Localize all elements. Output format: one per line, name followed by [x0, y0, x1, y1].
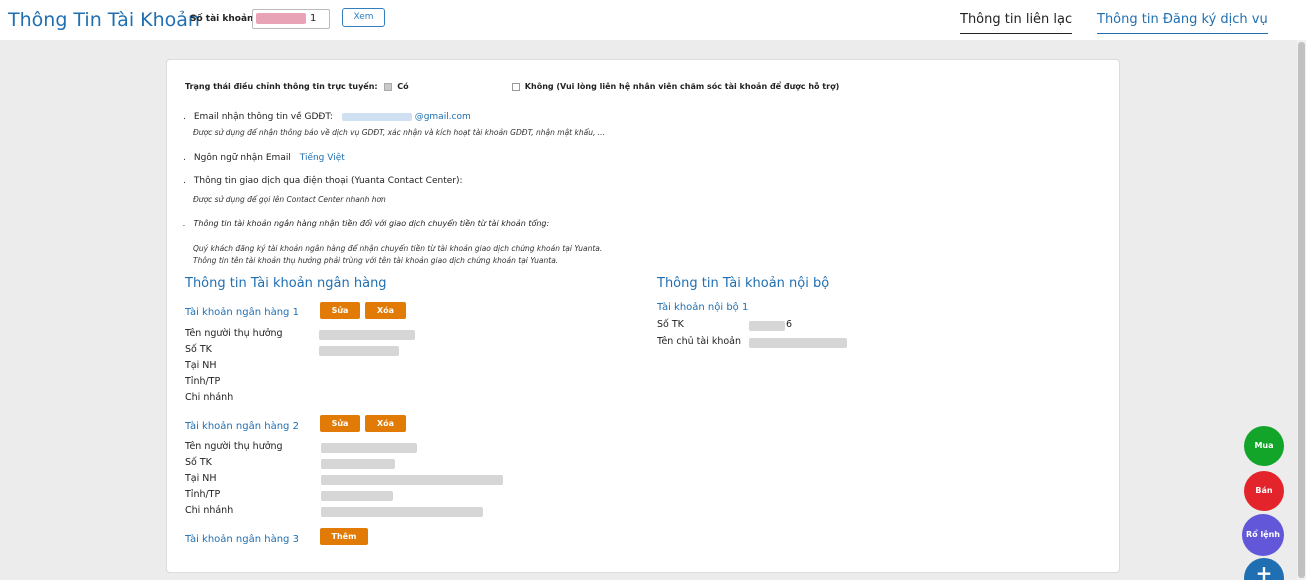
buy-button[interactable]: Mua	[1244, 426, 1284, 466]
bank-info-row: . Thông tin tài khoản ngân hàng nhận tiề…	[183, 219, 549, 228]
view-button[interactable]: Xem	[342, 8, 385, 27]
order-basket-button[interactable]: Rổ lệnh	[1242, 514, 1284, 556]
internal-account-number-value: 6	[786, 319, 793, 330]
yes-label: Có	[397, 82, 409, 91]
account-number-label: Số TK	[185, 457, 212, 468]
service-registration-card: Trạng thái điều chỉnh thông tin trực tuy…	[166, 59, 1120, 573]
account-number-value	[319, 346, 399, 356]
language-value: Tiếng Việt	[299, 153, 345, 163]
bank-label: Tại NH	[185, 473, 217, 484]
branch-label: Chi nhánh	[185, 505, 234, 516]
bank-value	[321, 475, 503, 485]
bank-account-3-title: Tài khoản ngân hàng 3	[185, 534, 299, 545]
bank-info-note-2: Thông tin tên tài khoản thụ hưởng phải t…	[193, 256, 559, 265]
email-note: Được sử dụng để nhận thông báo về dịch v…	[193, 128, 605, 137]
bank-account-1-delete-button[interactable]: Xóa	[365, 302, 406, 319]
tab-service-registration[interactable]: Thông tin Đăng ký dịch vụ	[1097, 12, 1268, 34]
email-value: @gmail.com	[414, 112, 471, 122]
bank-account-2-title: Tài khoản ngân hàng 2	[185, 421, 299, 432]
bank-info-label: Thông tin tài khoản ngân hàng nhận tiền …	[193, 219, 550, 228]
yes-checkbox[interactable]	[384, 82, 393, 91]
province-value	[321, 491, 393, 501]
bullet-icon: .	[183, 219, 186, 228]
account-number-value	[321, 459, 395, 469]
no-label: Không (Vui lòng liên hệ nhân viên chăm s…	[524, 82, 840, 91]
beneficiary-name-value	[319, 330, 415, 340]
bank-label: Tại NH	[185, 360, 217, 371]
internal-section-title: Thông tin Tài khoản nội bộ	[657, 276, 830, 291]
online-edit-status: Trạng thái điều chỉnh thông tin trực tuy…	[185, 82, 409, 91]
province-label: Tỉnh/TP	[185, 489, 221, 500]
sell-button[interactable]: Bán	[1244, 471, 1284, 511]
phone-row: . Thông tin giao dịch qua điện thoại (Yu…	[183, 176, 463, 186]
internal-account-owner-value	[749, 338, 847, 348]
email-redacted	[341, 112, 412, 121]
online-edit-status-label: Trạng thái điều chỉnh thông tin trực tuy…	[185, 82, 378, 91]
account-number-suffix: 1	[310, 13, 317, 24]
bullet-icon: .	[183, 176, 186, 186]
bank-info-note-1: Quý khách đăng ký tài khoản ngân hàng để…	[193, 244, 603, 253]
account-number-redacted	[256, 13, 306, 24]
beneficiary-name-label: Tên người thụ hưởng	[185, 441, 283, 452]
bullet-icon: .	[183, 153, 186, 163]
bank-account-2-edit-button[interactable]: Sửa	[320, 415, 360, 432]
no-checkbox[interactable]	[512, 82, 520, 91]
account-number-label: Số TK	[185, 344, 212, 355]
page-title: Thông Tin Tài Khoản	[8, 9, 200, 31]
internal-account-number-redacted	[749, 321, 785, 331]
province-label: Tỉnh/TP	[185, 376, 221, 387]
branch-label: Chi nhánh	[185, 392, 234, 403]
language-label: Ngôn ngữ nhận Email	[193, 153, 291, 163]
phone-label: Thông tin giao dịch qua điện thoại (Yuan…	[193, 176, 463, 186]
internal-account-number-label: Số TK	[657, 319, 684, 330]
bank-section-title: Thông tin Tài khoản ngân hàng	[185, 276, 387, 291]
plus-icon[interactable]: +	[1244, 558, 1284, 580]
branch-value	[321, 507, 483, 517]
phone-note: Được sử dụng để gọi lên Contact Center n…	[193, 195, 386, 204]
top-bar: Thông Tin Tài Khoản Số tài khoản 1 Xem T…	[0, 0, 1306, 40]
online-edit-status-no: Không (Vui lòng liên hệ nhân viên chăm s…	[512, 82, 839, 91]
beneficiary-name-label: Tên người thụ hưởng	[185, 328, 283, 339]
bank-account-1-title: Tài khoản ngân hàng 1	[185, 307, 299, 318]
account-number-label: Số tài khoản	[190, 14, 254, 24]
bank-account-1-edit-button[interactable]: Sửa	[320, 302, 360, 319]
tab-contact-info[interactable]: Thông tin liên lạc	[960, 12, 1073, 34]
email-row: . Email nhận thông tin về GDĐT: @gmail.c…	[183, 112, 471, 122]
bank-account-2-delete-button[interactable]: Xóa	[365, 415, 406, 432]
scrollbar-thumb[interactable]	[1298, 42, 1305, 578]
internal-account-owner-label: Tên chủ tài khoản	[657, 336, 742, 347]
beneficiary-name-value	[321, 443, 417, 453]
language-row: . Ngôn ngữ nhận Email Tiếng Việt	[183, 153, 345, 163]
bullet-icon: .	[183, 112, 186, 122]
add-bank-account-button[interactable]: Thêm	[320, 528, 368, 545]
email-label: Email nhận thông tin về GDĐT:	[193, 112, 333, 122]
internal-account-1-title: Tài khoản nội bộ 1	[657, 302, 749, 313]
